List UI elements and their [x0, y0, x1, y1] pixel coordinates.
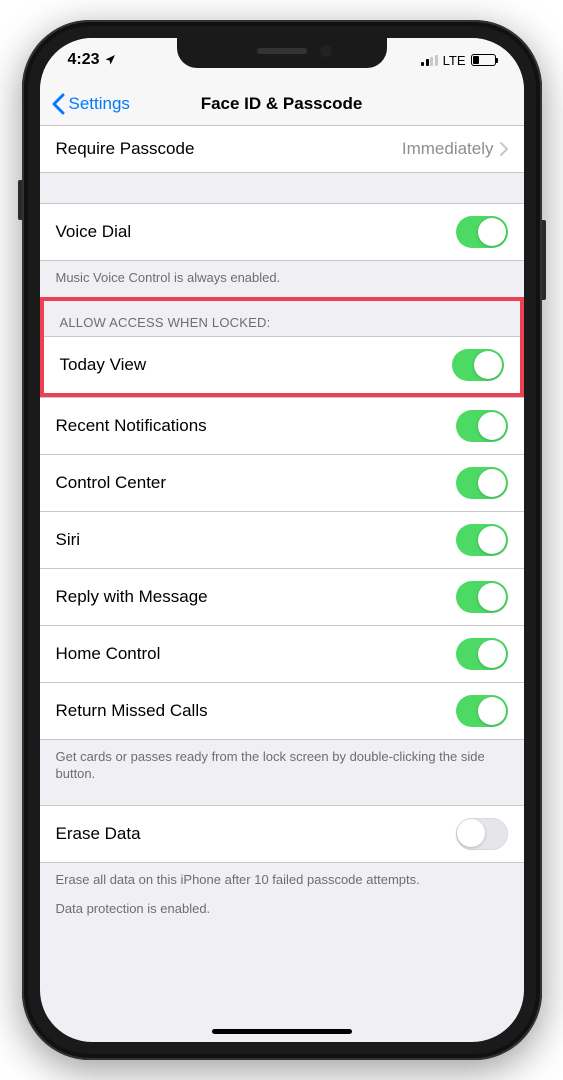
- content-area: Require Passcode Immediately Voice Dial …: [40, 126, 524, 1042]
- erase-footer-1: Erase all data on this iPhone after 10 f…: [40, 863, 524, 899]
- voice-dial-group: Voice Dial: [40, 203, 524, 261]
- chevron-left-icon: [52, 93, 65, 115]
- locked-access-group: Recent Notifications Control Center Siri…: [40, 397, 524, 740]
- reply-with-message-label: Reply with Message: [56, 587, 208, 607]
- today-view-row: Today View: [44, 337, 520, 393]
- page-title: Face ID & Passcode: [201, 94, 363, 114]
- erase-data-label: Erase Data: [56, 824, 141, 844]
- require-passcode-value: Immediately: [402, 139, 494, 159]
- erase-footer-2: Data protection is enabled.: [40, 898, 524, 928]
- back-button[interactable]: Settings: [52, 93, 130, 115]
- require-passcode-label: Require Passcode: [56, 139, 195, 159]
- recent-notifications-label: Recent Notifications: [56, 416, 207, 436]
- recent-notifications-row: Recent Notifications: [40, 398, 524, 455]
- allow-access-header: ALLOW ACCESS WHEN LOCKED:: [44, 301, 520, 336]
- control-center-toggle[interactable]: [456, 467, 508, 499]
- return-missed-calls-row: Return Missed Calls: [40, 683, 524, 739]
- device-frame: 4:23 LTE Settings Face ID & Passcode: [22, 20, 542, 1060]
- require-passcode-row[interactable]: Require Passcode Immediately: [40, 126, 524, 172]
- battery-icon: [471, 54, 496, 66]
- siri-row: Siri: [40, 512, 524, 569]
- reply-with-message-row: Reply with Message: [40, 569, 524, 626]
- today-view-toggle[interactable]: [452, 349, 504, 381]
- network-label: LTE: [443, 53, 466, 68]
- home-indicator[interactable]: [212, 1029, 352, 1034]
- location-icon: [104, 54, 116, 66]
- signal-icon: [421, 55, 438, 66]
- return-missed-calls-label: Return Missed Calls: [56, 701, 208, 721]
- today-view-label: Today View: [60, 355, 147, 375]
- navigation-bar: Settings Face ID & Passcode: [40, 82, 524, 126]
- notch: [177, 38, 387, 68]
- erase-data-toggle[interactable]: [456, 818, 508, 850]
- back-label: Settings: [69, 94, 130, 114]
- today-view-group: Today View: [44, 336, 520, 393]
- home-control-label: Home Control: [56, 644, 161, 664]
- erase-data-row: Erase Data: [40, 806, 524, 862]
- return-missed-calls-toggle[interactable]: [456, 695, 508, 727]
- voice-dial-toggle[interactable]: [456, 216, 508, 248]
- chevron-right-icon: [500, 142, 508, 156]
- erase-data-group: Erase Data: [40, 805, 524, 863]
- siri-label: Siri: [56, 530, 81, 550]
- screen: 4:23 LTE Settings Face ID & Passcode: [40, 38, 524, 1042]
- control-center-row: Control Center: [40, 455, 524, 512]
- home-control-toggle[interactable]: [456, 638, 508, 670]
- voice-dial-row: Voice Dial: [40, 204, 524, 260]
- highlight-annotation: ALLOW ACCESS WHEN LOCKED: Today View: [40, 297, 524, 397]
- reply-with-message-toggle[interactable]: [456, 581, 508, 613]
- siri-toggle[interactable]: [456, 524, 508, 556]
- wallet-footer: Get cards or passes ready from the lock …: [40, 740, 524, 793]
- home-control-row: Home Control: [40, 626, 524, 683]
- voice-dial-label: Voice Dial: [56, 222, 132, 242]
- voice-dial-footer: Music Voice Control is always enabled.: [40, 261, 524, 297]
- control-center-label: Control Center: [56, 473, 167, 493]
- status-time: 4:23: [68, 51, 100, 69]
- require-passcode-group: Require Passcode Immediately: [40, 126, 524, 173]
- recent-notifications-toggle[interactable]: [456, 410, 508, 442]
